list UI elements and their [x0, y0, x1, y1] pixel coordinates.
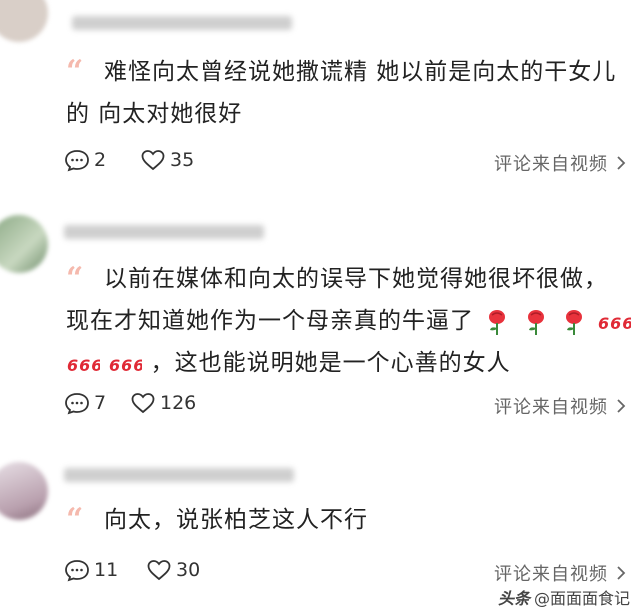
reply-count: 7	[94, 392, 107, 414]
avatar[interactable]	[0, 0, 48, 42]
reply-count: 11	[94, 559, 119, 581]
like-count: 126	[160, 392, 197, 414]
like-button[interactable]: 126	[130, 391, 196, 415]
reply-count: 2	[94, 149, 107, 171]
avatar[interactable]	[0, 462, 48, 520]
comment-bubble-icon	[65, 393, 89, 415]
username-blurred	[64, 225, 264, 239]
rose-emoji	[527, 309, 544, 335]
like-count: 35	[170, 149, 195, 171]
avatar[interactable]	[0, 215, 48, 273]
heart-icon	[131, 393, 155, 414]
watermark-handle: @面面面食记	[533, 589, 630, 608]
heart-icon	[147, 560, 171, 581]
username-blurred	[72, 16, 292, 30]
username-blurred	[64, 468, 294, 482]
comment-bubble-icon	[65, 560, 89, 582]
comment-text: 难怪向太曾经说她撒谎精 她以前是向太的干女儿的 向太对她很好	[66, 59, 617, 127]
source-link[interactable]: 评论来自视频	[494, 393, 628, 419]
like-button[interactable]: 35	[140, 148, 194, 172]
chevron-right-icon	[617, 399, 626, 413]
666-emoji: 666	[598, 314, 631, 333]
watermark: 头条 @面面面食记	[498, 585, 630, 609]
reply-button[interactable]: 11	[64, 558, 118, 582]
svg-text:666: 666	[109, 356, 142, 375]
svg-text:666: 666	[598, 314, 631, 333]
heart-icon	[141, 150, 165, 171]
like-button[interactable]: 30	[146, 558, 200, 582]
comment-bubble-icon	[65, 150, 89, 172]
like-count: 30	[176, 559, 201, 581]
svg-text:666: 666	[67, 356, 100, 375]
comment-text: 以前在媒体和向太的误导下她觉得她很坏很做， 现在才知道她作为一个母亲真的牛逼了 …	[66, 258, 632, 384]
666-emoji: 666	[109, 356, 142, 375]
source-link[interactable]: 评论来自视频	[494, 560, 628, 586]
chevron-right-icon	[617, 156, 626, 170]
rose-emoji	[565, 309, 582, 335]
reply-button[interactable]: 2	[64, 148, 106, 172]
rose-emoji	[489, 309, 506, 335]
comment-text: 向太，说张柏芝这人不行	[104, 507, 368, 533]
reply-button[interactable]: 7	[64, 391, 106, 415]
watermark-prefix: 头条	[497, 589, 530, 608]
source-link[interactable]: 评论来自视频	[494, 150, 628, 176]
chevron-right-icon	[617, 566, 626, 580]
666-emoji: 666	[67, 356, 100, 375]
